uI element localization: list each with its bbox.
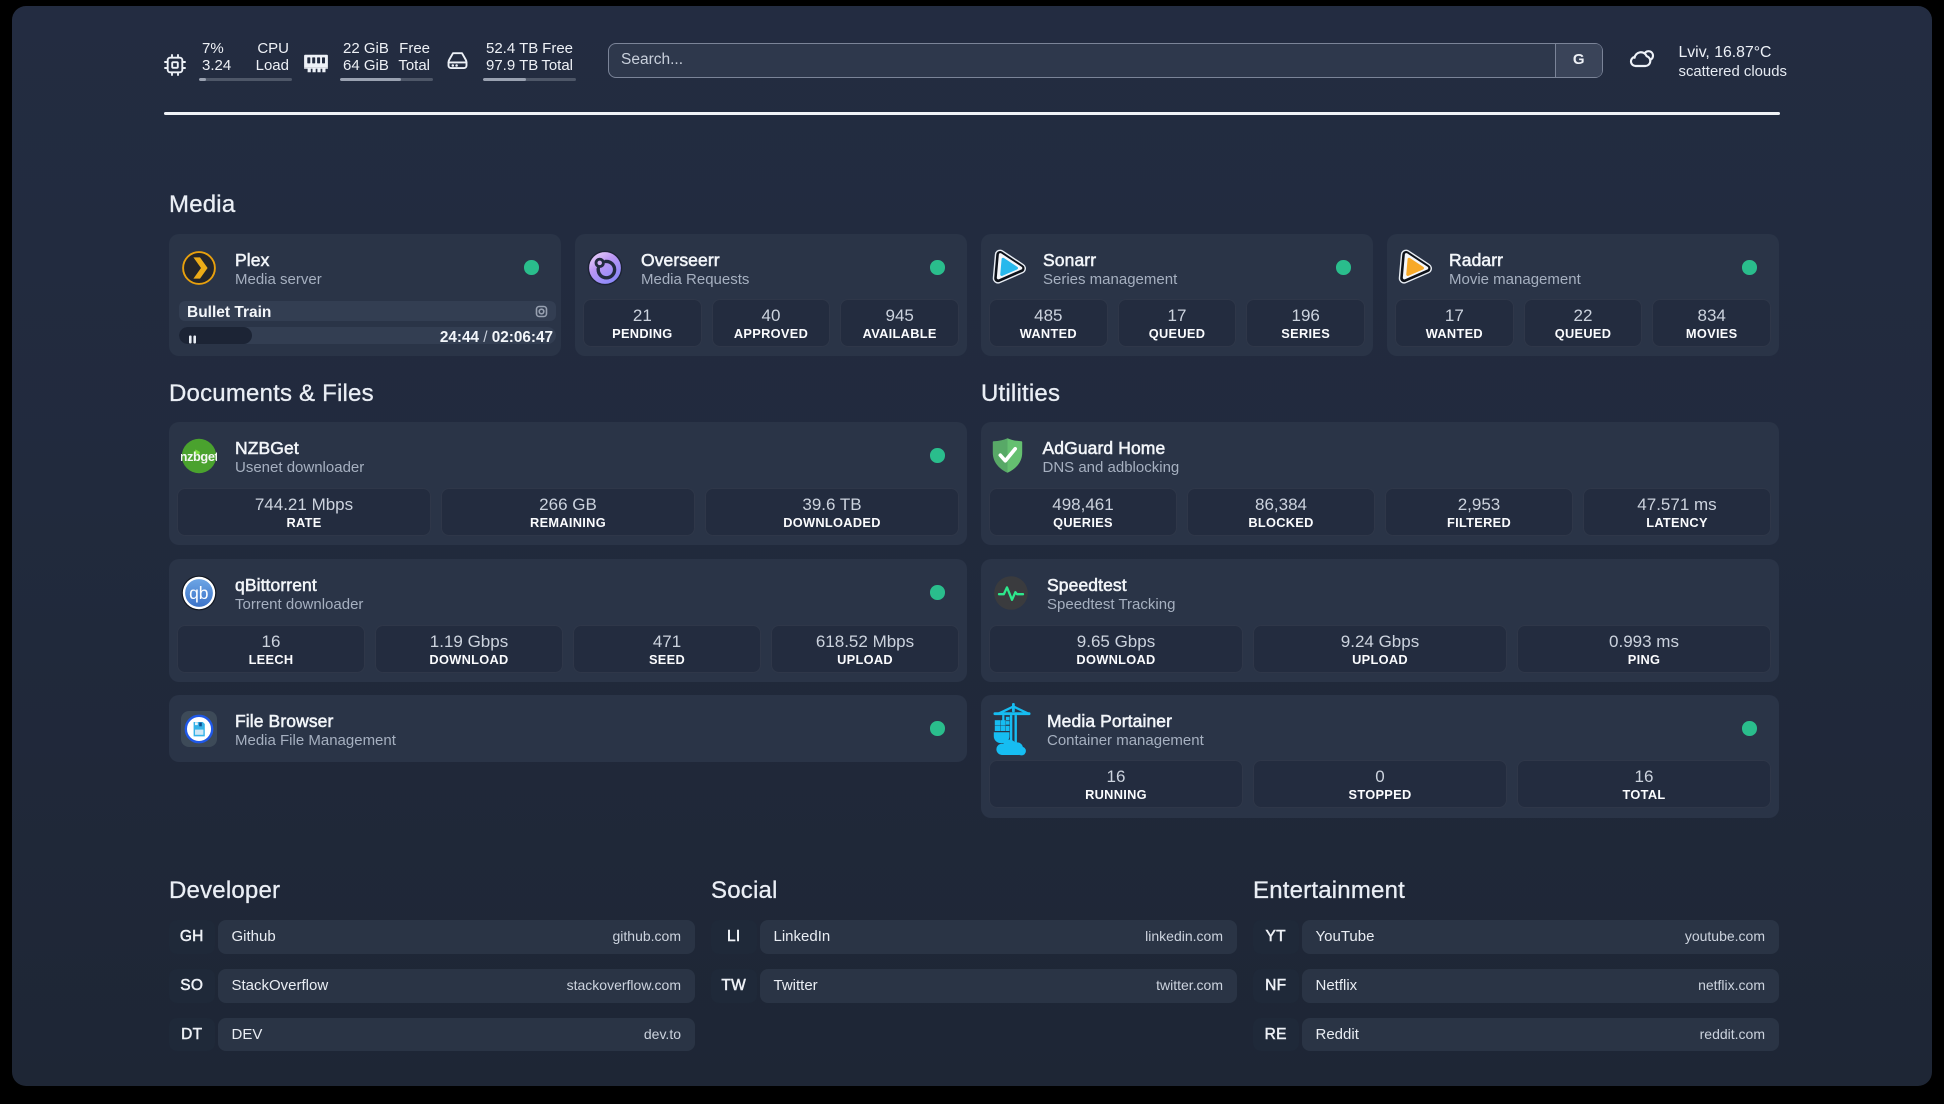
svg-text:nzbget: nzbget [181, 449, 217, 464]
svg-text:qb: qb [189, 583, 208, 603]
